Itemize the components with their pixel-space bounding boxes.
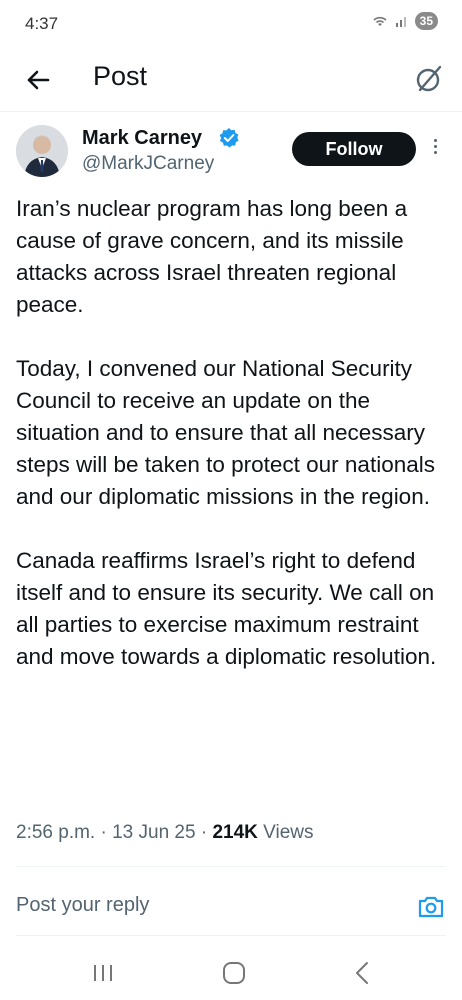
- system-nav-bar: [0, 950, 462, 1000]
- verified-badge-icon: [219, 128, 239, 148]
- post-paragraph: Today, I convened our National Security …: [16, 356, 435, 509]
- meta-separator: ·: [200, 822, 208, 843]
- post-time[interactable]: 2:56 p.m.: [16, 822, 95, 843]
- wifi-icon: [373, 16, 387, 26]
- home-icon[interactable]: [222, 961, 246, 985]
- meta-divider: [16, 866, 446, 867]
- post-date[interactable]: 13 Jun 25: [112, 822, 195, 843]
- author-handle[interactable]: @MarkJCarney: [82, 153, 214, 175]
- views-label: Views: [263, 822, 314, 843]
- post-text: Iran’s nuclear program has long been a c…: [16, 193, 456, 705]
- recents-icon[interactable]: [90, 962, 116, 984]
- post-meta: 2:56 p.m. · 13 Jun 25 · 214K Views: [16, 822, 314, 844]
- reply-input[interactable]: Post your reply: [16, 894, 149, 917]
- meta-separator: ·: [100, 822, 107, 843]
- more-options-icon[interactable]: [431, 137, 439, 161]
- arrow-left-icon[interactable]: [22, 64, 54, 96]
- follow-button[interactable]: Follow: [292, 132, 416, 166]
- reply-divider: [16, 935, 446, 936]
- camera-icon[interactable]: [416, 892, 446, 922]
- views-count: 214K: [212, 822, 258, 843]
- status-bar: 4:37 35: [0, 0, 462, 50]
- reply-bar: Post your reply: [0, 884, 462, 932]
- back-nav-icon[interactable]: [352, 960, 372, 986]
- post-paragraph: Canada reaffirms Israel’s right to defen…: [16, 548, 437, 669]
- status-time: 4:37: [25, 14, 59, 33]
- author-name[interactable]: Mark Carney: [82, 127, 202, 150]
- grok-icon[interactable]: [412, 62, 446, 96]
- battery-indicator: 35: [414, 12, 438, 30]
- status-icons: 35: [371, 12, 438, 30]
- signal-icon: [395, 17, 406, 27]
- page-title: Post: [93, 61, 148, 91]
- avatar[interactable]: [16, 125, 68, 177]
- header-divider: [0, 111, 462, 112]
- top-app-bar: Post: [0, 52, 462, 108]
- post-paragraph: Iran’s nuclear program has long been a c…: [16, 196, 408, 317]
- post-author: Mark Carney @MarkJCarney Follow: [16, 125, 456, 185]
